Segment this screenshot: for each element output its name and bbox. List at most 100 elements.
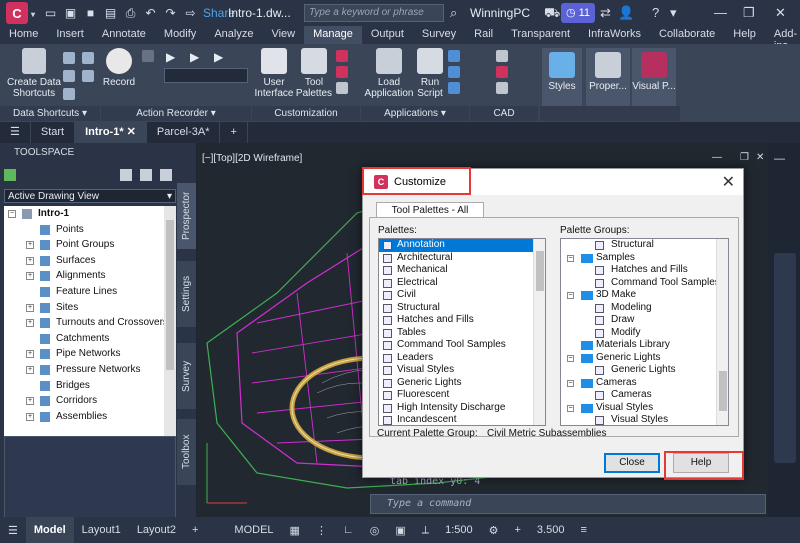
tree-item-points[interactable]: Points: [4, 222, 164, 238]
add-icon[interactable]: +: [506, 524, 528, 536]
palette-group-item[interactable]: − 3D Make: [561, 289, 728, 302]
palette-group-item[interactable]: Structural: [561, 239, 728, 252]
toolspace-title[interactable]: TOOLSPACE: [0, 143, 196, 163]
action-macro-dropdown[interactable]: [164, 68, 248, 83]
palette-item[interactable]: Command Tool Samples: [379, 339, 545, 352]
tree-scroll-thumb[interactable]: [166, 220, 174, 370]
cad-standards-icon-2[interactable]: [496, 66, 508, 78]
search-input[interactable]: Type a keyword or phrase: [304, 4, 444, 22]
palette-item[interactable]: Mechanical: [379, 264, 545, 277]
palette-item[interactable]: Fluorescent: [379, 389, 545, 402]
settings-gear-icon[interactable]: ⚙: [481, 524, 507, 537]
close-icon[interactable]: ✕: [722, 172, 735, 192]
osnap-icon[interactable]: ▣: [387, 524, 413, 537]
run-script-button[interactable]: Run Script: [414, 48, 446, 99]
palette-item[interactable]: Incandescent: [379, 414, 545, 425]
play-action-icon[interactable]: ▶: [190, 50, 199, 64]
exchange-icon[interactable]: ⇄: [600, 5, 611, 21]
tree-item-pressure-networks[interactable]: + Pressure Networks: [4, 362, 164, 378]
palette-groups-scrollbar[interactable]: [716, 239, 728, 425]
ortho-icon[interactable]: ∟: [335, 524, 362, 536]
palette-group-item[interactable]: Visual Styles: [561, 414, 728, 425]
palette-item[interactable]: Visual Styles: [379, 364, 545, 377]
collapse-icon[interactable]: −: [567, 404, 574, 412]
menu-icon[interactable]: ☰: [0, 524, 26, 537]
shortcut-icon-3[interactable]: [63, 70, 75, 82]
palette-group-item[interactable]: Cameras: [561, 389, 728, 402]
tab-layout1[interactable]: Layout1: [74, 524, 129, 536]
collapse-icon[interactable]: −: [8, 210, 16, 218]
search-icon[interactable]: ⌕: [450, 5, 457, 21]
cad-standards-icon-3[interactable]: [496, 82, 508, 94]
tree-item-alignments[interactable]: + Alignments: [4, 268, 164, 284]
add-layout-icon[interactable]: +: [184, 524, 206, 536]
share-arrow-icon[interactable]: ⇨: [184, 6, 197, 20]
tab-toolbox[interactable]: Toolbox: [177, 419, 196, 485]
tab-tool-palettes[interactable]: Tool Palettes - All Palettes: [376, 202, 484, 231]
expand-icon[interactable]: +: [26, 350, 34, 359]
help-icon[interactable]: ?: [652, 5, 659, 20]
grid-icon[interactable]: ▦: [282, 524, 308, 537]
tree-item-turnouts-and-crossovers[interactable]: + Turnouts and Crossovers: [4, 315, 164, 331]
doc-tab-parcel-3a[interactable]: Parcel-3A*: [147, 122, 221, 143]
ribbon-tab-infraworks[interactable]: InfraWorks: [579, 26, 650, 44]
redo-icon[interactable]: ↷: [164, 6, 177, 20]
toolspace-tool-icon-2[interactable]: [140, 169, 152, 181]
customize-icon-3[interactable]: [336, 82, 348, 94]
palette-item[interactable]: Tables: [379, 327, 545, 340]
ribbon-tab-annotate[interactable]: Annotate: [93, 26, 155, 44]
palette-item[interactable]: Hatches and Fills: [379, 314, 545, 327]
create-data-shortcuts-button[interactable]: Create Data Shortcuts: [6, 48, 62, 99]
minimize-viewport-icon[interactable]: —: [774, 153, 785, 165]
ribbon-tab-add-ins[interactable]: Add-ins: [765, 26, 800, 52]
close-window-icon[interactable]: ✕: [775, 5, 786, 21]
panel-applications[interactable]: Applications ▾: [361, 106, 469, 121]
palette-group-item[interactable]: − Visual Styles: [561, 402, 728, 415]
palette-groups-tree[interactable]: Structural − Samples Hatches and Fills Comma…: [560, 238, 729, 426]
palette-item[interactable]: High Intensity Discharge: [379, 402, 545, 415]
shortcut-icon-4[interactable]: [82, 70, 94, 82]
palette-group-item[interactable]: Materials Library: [561, 339, 728, 352]
action-step-icon[interactable]: ▶: [214, 50, 223, 64]
expand-icon[interactable]: +: [26, 319, 34, 328]
palette-item[interactable]: Structural: [379, 302, 545, 315]
vba-icon-3[interactable]: [448, 82, 460, 94]
customize-icon-2[interactable]: [336, 66, 348, 78]
palette-group-item[interactable]: Draw: [561, 314, 728, 327]
tree-root[interactable]: − Intro-1: [4, 206, 164, 222]
user-interface-button[interactable]: User Interface: [254, 48, 294, 99]
polar-icon[interactable]: ◎: [362, 524, 388, 537]
palette-groups-scroll-thumb[interactable]: [719, 371, 727, 411]
palette-item[interactable]: Civil: [379, 289, 545, 302]
ribbon-tab-help[interactable]: Help: [724, 26, 765, 44]
doc-tab-start[interactable]: Start: [31, 122, 76, 143]
expand-icon[interactable]: +: [26, 241, 34, 250]
tree-item-pipe-networks[interactable]: + Pipe Networks: [4, 346, 164, 362]
palette-group-item[interactable]: Modeling: [561, 302, 728, 315]
vba-icon-2[interactable]: [448, 66, 460, 78]
print-icon[interactable]: ⎙: [124, 6, 137, 20]
save-icon[interactable]: ■: [84, 6, 97, 20]
collapse-icon[interactable]: −: [567, 292, 574, 299]
tab-prospector[interactable]: Prospector: [177, 183, 196, 249]
palette-item[interactable]: Electrical: [379, 277, 545, 290]
shortcut-icon-2[interactable]: [82, 52, 94, 64]
ribbon-tab-insert[interactable]: Insert: [47, 26, 93, 44]
shortcut-icon-5[interactable]: [63, 88, 75, 100]
ribbon-tab-survey[interactable]: Survey: [413, 26, 465, 44]
expand-icon[interactable]: +: [26, 303, 34, 312]
palette-item[interactable]: Annotation: [379, 239, 545, 252]
expand-icon[interactable]: +: [26, 397, 34, 406]
tab-layout2[interactable]: Layout2: [129, 524, 184, 536]
tree-item-point-groups[interactable]: + Point Groups: [4, 237, 164, 253]
palette-group-item[interactable]: Modify: [561, 327, 728, 340]
tree-item-feature-lines[interactable]: Feature Lines: [4, 284, 164, 300]
app-logo[interactable]: C ▾: [6, 2, 35, 24]
new-file-icon[interactable]: ▭: [44, 6, 57, 20]
tool-palettes-button[interactable]: Tool Palettes: [294, 48, 334, 99]
load-application-button[interactable]: Load Application: [364, 48, 414, 99]
ribbon-tab-rail[interactable]: Rail: [465, 26, 502, 44]
ribbon-tab-collaborate[interactable]: Collaborate: [650, 26, 724, 44]
palette-group-item[interactable]: Command Tool Samples: [561, 277, 728, 290]
view-dropdown[interactable]: Active Drawing View ▾: [4, 189, 176, 203]
